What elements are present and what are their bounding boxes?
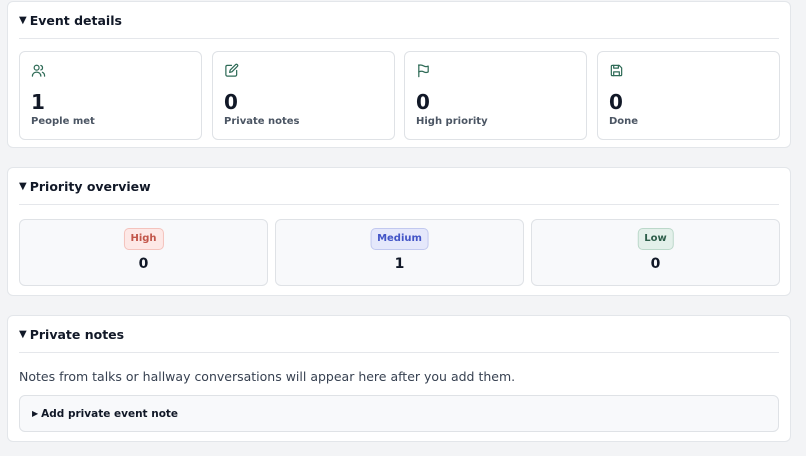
priority-overview-panel: ▼ Priority overview High 0 Medium 1 Low … [7,167,791,296]
priority-high-count: 0 [138,256,149,272]
private-notes-title: Private notes [29,326,125,342]
private-notes-panel: ▼ Private notes Notes from talks or hall… [7,315,791,442]
event-details-header[interactable]: ▼ Event details [19,2,779,39]
save-icon [610,64,623,77]
edit-note-icon [225,63,239,77]
high-priority-label: High priority [416,116,488,127]
priority-overview-title: Priority overview [29,178,151,194]
people-icon [31,64,46,77]
priority-medium-count: 1 [394,256,405,272]
priority-card-medium: Medium 1 [275,219,524,286]
collapse-caret-icon: ▼ [19,180,27,192]
private-notes-header[interactable]: ▼ Private notes [19,316,779,353]
done-value: 0 [609,90,623,114]
priority-overview-header[interactable]: ▼ Priority overview [19,168,779,205]
priority-low-count: 0 [650,256,661,272]
private-notes-empty-text: Notes from talks or hallway conversation… [19,369,516,384]
priority-badge-low: Low [637,228,674,250]
high-priority-value: 0 [416,90,430,114]
stat-card-private-notes: 0 Private notes [212,51,395,140]
priority-badge-medium: Medium [370,228,429,250]
stat-card-people-met: 1 People met [19,51,202,140]
collapse-caret-icon: ▼ [19,14,27,26]
private-notes-value: 0 [224,90,238,114]
expand-caret-icon: ▶ [32,409,39,418]
event-details-panel: ▼ Event details 1 People met 0 Private n… [7,1,791,148]
done-label: Done [609,116,639,127]
people-met-value: 1 [31,90,45,114]
stat-card-high-priority: 0 High priority [404,51,587,140]
priority-card-high: High 0 [19,219,268,286]
flag-icon [418,64,429,78]
private-notes-label: Private notes [224,116,300,127]
priority-card-low: Low 0 [531,219,780,286]
add-private-note-toggle[interactable]: ▶ Add private event note [19,395,779,432]
people-met-label: People met [31,116,95,127]
priority-badge-high: High [123,228,164,250]
stat-card-done: 0 Done [597,51,780,140]
event-details-title: Event details [29,12,122,28]
add-private-note-label: Add private event note [41,407,179,420]
collapse-caret-icon: ▼ [19,328,27,340]
